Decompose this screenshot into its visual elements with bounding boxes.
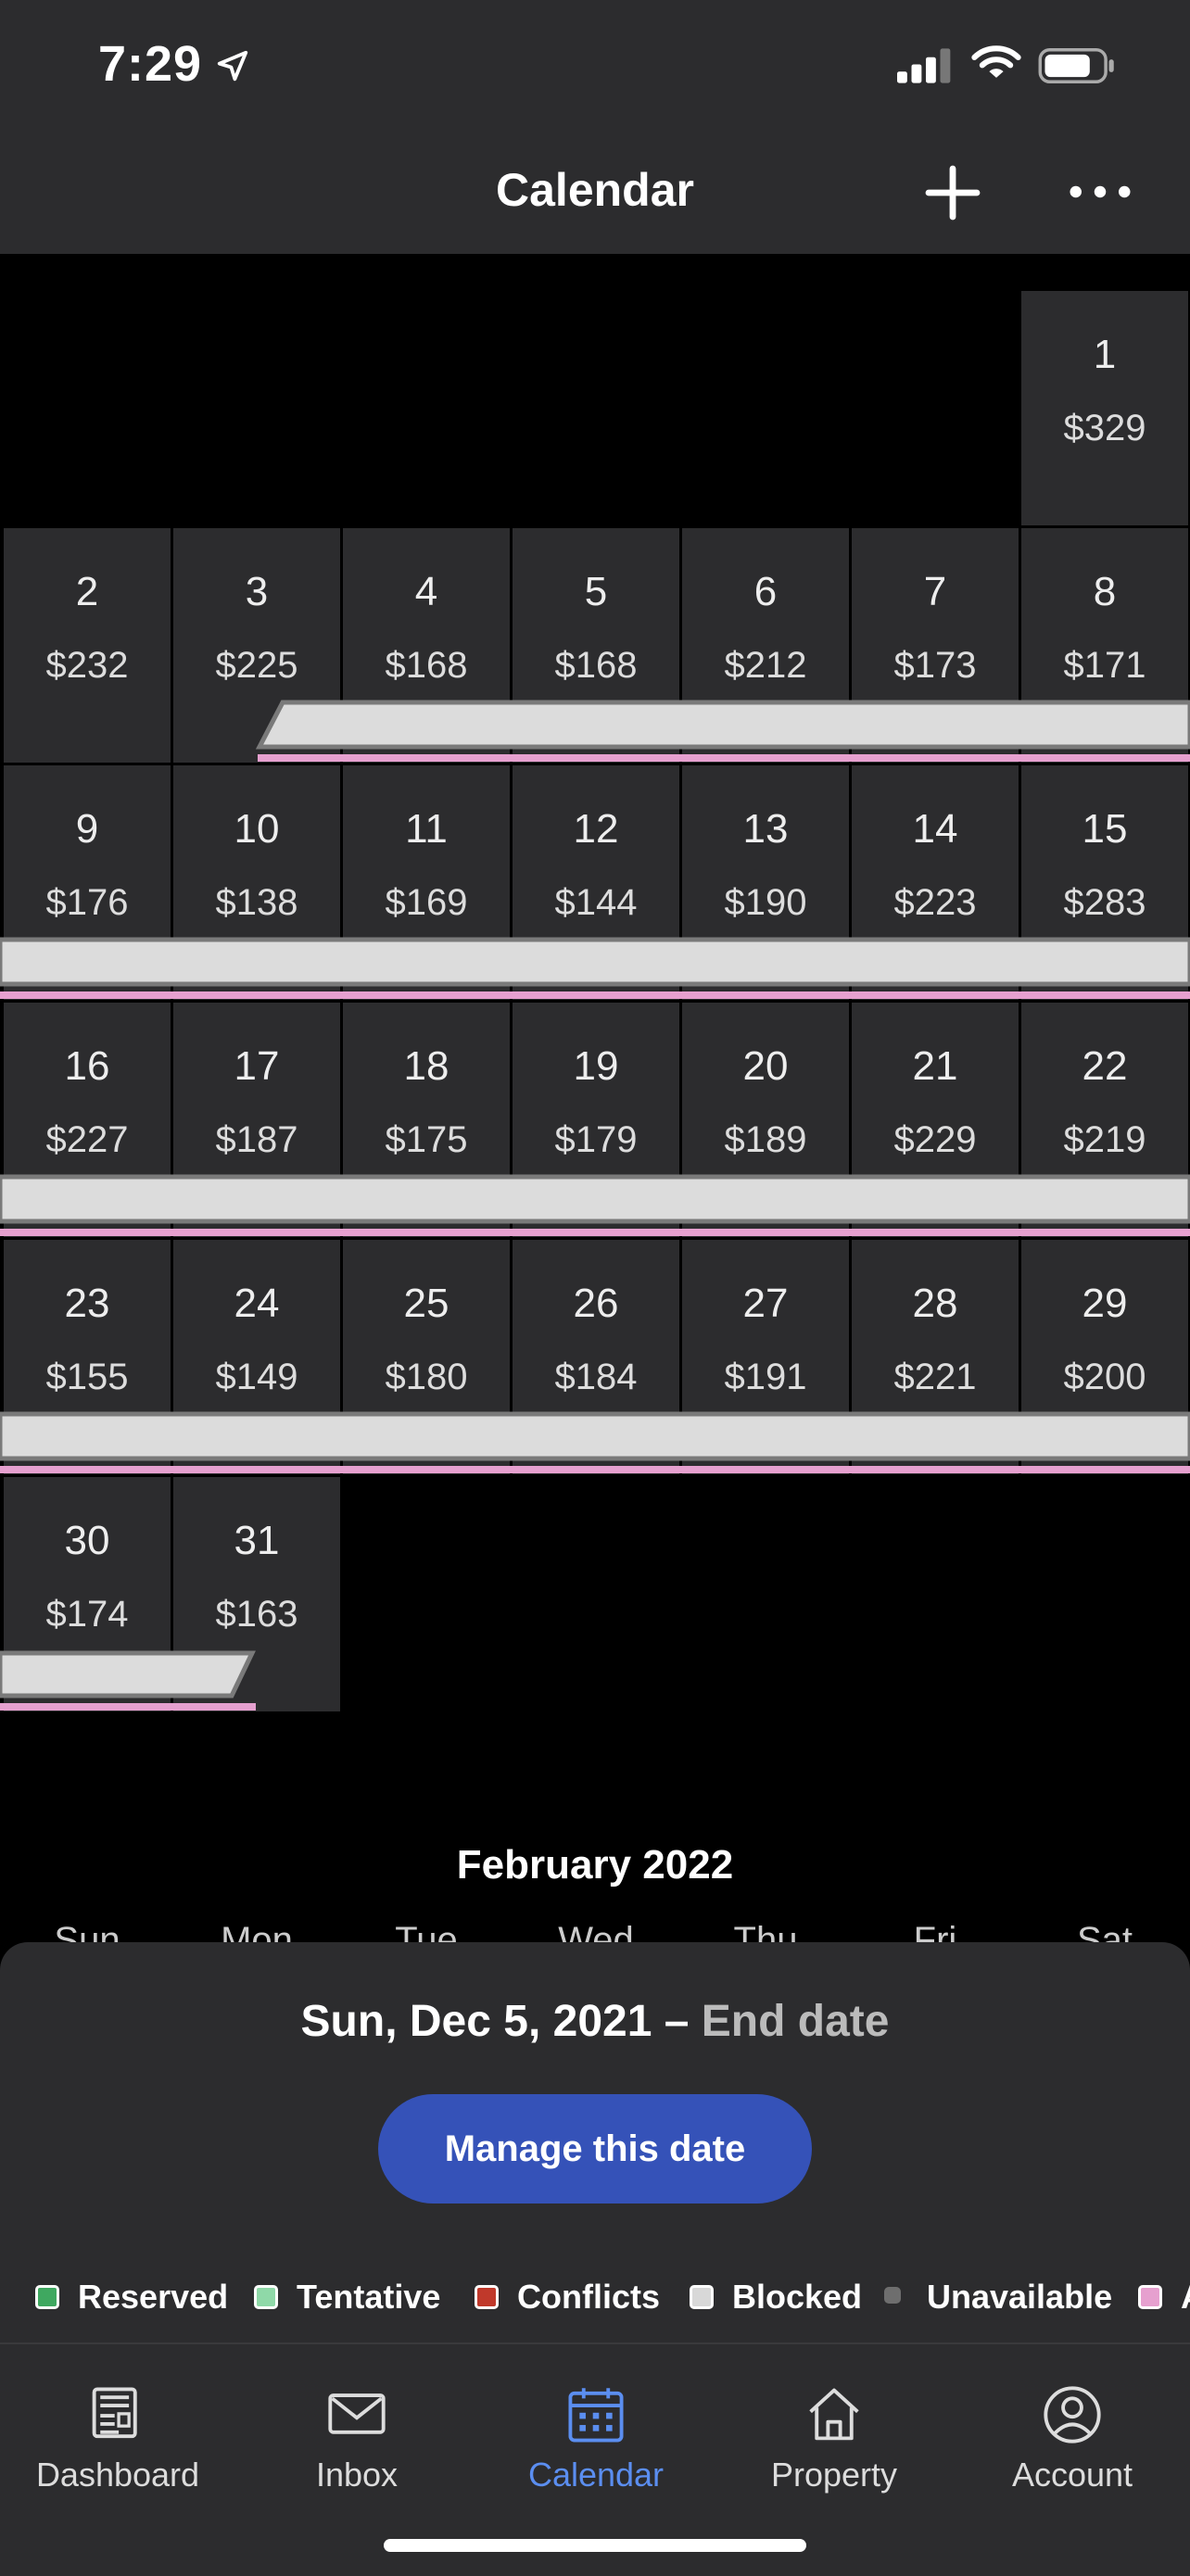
dashboard-icon [92, 2387, 137, 2439]
legend-label: Conflicts [517, 2278, 661, 2316]
legend-swatch [884, 2287, 901, 2304]
booking-underline [0, 1466, 1190, 1473]
account-icon [1044, 2386, 1101, 2443]
cellular-signal-icon [897, 48, 951, 83]
legend-label: Unavailable [927, 2278, 1113, 2316]
status-time: 7:29 [98, 36, 203, 92]
tab-label: Inbox [315, 2456, 399, 2494]
booking-underline [258, 754, 1190, 762]
tab-label: Calendar [527, 2456, 665, 2494]
booking-bar [0, 1650, 256, 1698]
booking-bar [255, 700, 1190, 750]
location-arrow-icon [217, 50, 248, 82]
legend-label: Reserved [78, 2278, 229, 2316]
wifi-icon [971, 45, 1021, 78]
calendar-icon [568, 2388, 624, 2443]
battery-icon [1038, 48, 1114, 83]
booking-underline [0, 1703, 256, 1711]
date-details-sheet: Sun, Dec 5, 2021 – End date Manage this … [0, 1942, 1190, 2342]
booking-underline [0, 1229, 1190, 1236]
tab-label: Property [770, 2456, 898, 2494]
tab-property[interactable]: Property [723, 2359, 945, 2498]
legend-swatch [1138, 2285, 1162, 2309]
page-title: Calendar [496, 164, 694, 216]
home-indicator [384, 2539, 806, 2552]
selected-date-role: End date [701, 1997, 890, 2046]
legend-swatch [475, 2285, 499, 2309]
booking-underline [0, 991, 1190, 999]
selected-date: Sun, Dec 5, 2021 – End date [0, 1996, 1190, 2047]
tab-dashboard[interactable]: Dashboard [6, 2359, 229, 2498]
property-icon [809, 2388, 859, 2441]
legend-swatch [35, 2285, 59, 2309]
inbox-icon [328, 2393, 386, 2434]
booking-bar [0, 1174, 1190, 1224]
month-label: February 2022 [456, 1842, 734, 1888]
tab-account[interactable]: Account [961, 2359, 1184, 2498]
booking-bar [0, 1411, 1190, 1461]
tab-inbox[interactable]: Inbox [246, 2359, 468, 2498]
tab-label: Dashboard [35, 2456, 200, 2494]
more-options-button[interactable] [1068, 180, 1133, 204]
add-button[interactable] [925, 165, 981, 221]
top-bar: 7:29 Calendar [0, 0, 1190, 254]
booking-bar [0, 937, 1190, 987]
legend-swatch [254, 2285, 278, 2309]
booking-bars [0, 700, 1190, 1711]
tab-calendar[interactable]: Calendar [485, 2359, 707, 2498]
legend-label: Blocked [732, 2278, 863, 2316]
selected-date-value: Sun, Dec 5, 2021 – [300, 1997, 690, 2046]
legend-label: Tentative [297, 2278, 441, 2316]
calendar-grid: 31 $163 30 $174 29 $200 28 $221 27 $191 26 $184 25 $1… [0, 254, 1190, 1940]
status-legend: Reserved Tentative Conflicts Blocked Unavail… [35, 2274, 1190, 2320]
legend-label: A [1181, 2274, 1190, 2320]
tab-label: Account [1011, 2456, 1133, 2494]
manage-date-button[interactable]: Manage this date [378, 2094, 812, 2203]
legend-swatch [690, 2285, 714, 2309]
